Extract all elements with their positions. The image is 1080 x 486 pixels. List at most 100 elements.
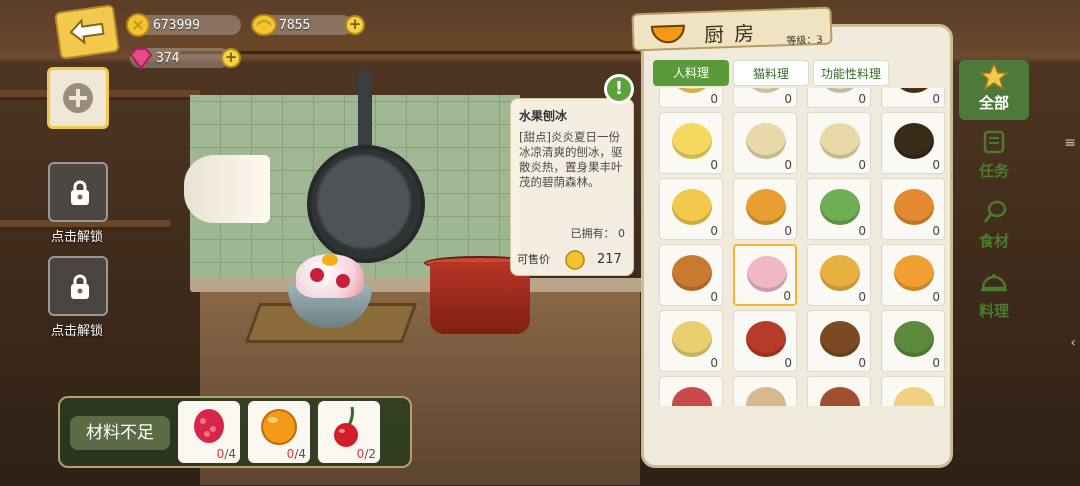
recipe-cell[interactable]: 0 <box>807 244 871 306</box>
recipe-count: 0 <box>858 158 866 172</box>
add-recipe-slot[interactable] <box>47 67 109 129</box>
side-ingredients[interactable]: 食材 <box>959 198 1029 258</box>
side-all[interactable]: 全部 <box>959 60 1029 120</box>
insufficient-label: 材料不足 <box>70 416 170 450</box>
frying-pan <box>307 145 425 263</box>
recipe-cell[interactable]: 0 <box>659 112 723 174</box>
add-gem-button[interactable]: + <box>221 48 241 68</box>
recipe-cell[interactable]: 0 <box>659 178 723 240</box>
ingredient-slot[interactable]: 0/4 <box>248 401 310 463</box>
recipe-cell[interactable]: 0 <box>659 88 723 108</box>
recipe-cell[interactable]: 0 <box>807 112 871 174</box>
recipe-cell[interactable]: 0 <box>807 376 871 406</box>
orange-slice-icon <box>650 24 685 44</box>
grilled-fish-icon <box>672 255 712 291</box>
scroll-icon <box>983 130 1005 154</box>
cherry-icon <box>334 406 358 447</box>
side-dishes[interactable]: 料理 <box>959 268 1029 328</box>
recipe-count: 0 <box>932 356 940 370</box>
recipe-cell[interactable]: 0 <box>881 112 945 174</box>
recipe-grid: 000000000000000000000000 <box>656 88 946 406</box>
locked-slot-2[interactable] <box>48 256 108 316</box>
recipe-cell[interactable]: 0 <box>659 376 723 406</box>
recipe-cell[interactable]: 0 <box>807 88 871 108</box>
whisk-icon <box>672 88 712 93</box>
recipe-cell[interactable]: 0 <box>807 310 871 372</box>
side-dishes-label: 料理 <box>978 302 1009 320</box>
gold-ingot-icon <box>251 14 277 36</box>
recipe-cell[interactable]: 0 <box>659 244 723 306</box>
sell-price: 可售价 217 <box>517 249 631 271</box>
dish-icon <box>746 387 786 406</box>
ingredients-bar: 材料不足 0/4 0/4 0/2 <box>58 396 412 468</box>
orange-icon <box>261 409 297 445</box>
star-icon <box>978 62 1010 91</box>
raspberry-icon <box>194 409 224 443</box>
tab-cat-food[interactable]: 猫料理 <box>733 60 809 86</box>
recipe-cell[interactable]: 0 <box>881 310 945 372</box>
recipe-count: 0 <box>858 356 866 370</box>
side-tasks[interactable]: 任务 <box>959 128 1029 188</box>
recipe-cell[interactable]: 0 <box>659 310 723 372</box>
ingredient-slot[interactable]: 0/2 <box>318 401 380 463</box>
alert-icon[interactable]: ! <box>604 74 634 104</box>
recipe-tooltip: 水果刨冰 [甜点]炎炎夏日一份冰凉清爽的刨冰，驱散炎热，置身果丰叶茂的碧荫森林。… <box>510 98 634 276</box>
recipe-count: 0 <box>783 289 791 303</box>
fries-plate-icon <box>820 255 860 291</box>
butter-icon <box>672 123 712 159</box>
recipe-count: 0 <box>710 290 718 304</box>
recipe-count: 0 <box>932 224 940 238</box>
recipe-cell[interactable]: 0 <box>733 178 797 240</box>
back-arrow-icon <box>69 18 105 45</box>
shaved-ice-icon <box>747 256 787 292</box>
recipe-count: 0 <box>858 92 866 106</box>
pan-handle <box>358 70 372 152</box>
plus-icon <box>63 83 93 113</box>
side-tasks-label: 任务 <box>978 162 1009 180</box>
gem-icon <box>129 48 153 70</box>
recipe-cell[interactable]: 0 <box>881 376 945 406</box>
recipe-cell[interactable]: 0 <box>733 376 797 406</box>
edge-menu-icon[interactable]: ≡ <box>1064 135 1076 151</box>
fries-icon <box>746 189 786 225</box>
recipe-cell[interactable]: 0 <box>733 310 797 372</box>
gem-value: 374 <box>156 50 180 66</box>
tab-human-food[interactable]: 人料理 <box>653 60 729 86</box>
recipe-count: 0 <box>784 224 792 238</box>
add-gold-button[interactable]: + <box>345 15 365 35</box>
tofu-icon <box>672 321 712 357</box>
recipe-cell[interactable]: 0 <box>733 244 797 306</box>
locked-slot-1[interactable] <box>48 162 108 222</box>
ingredient-slot[interactable]: 0/4 <box>178 401 240 463</box>
top-shelf <box>180 40 640 54</box>
coin-value: 673999 <box>153 17 200 33</box>
recipe-count: 0 <box>932 290 940 304</box>
recipe-count: 0 <box>710 356 718 370</box>
side-all-label: 全部 <box>978 94 1009 112</box>
recipe-cell[interactable]: 0 <box>881 244 945 306</box>
recipe-cell[interactable]: 0 <box>881 178 945 240</box>
recipe-cell[interactable]: 0 <box>881 88 945 108</box>
edge-collapse-icon[interactable]: ‹ <box>1070 335 1076 351</box>
unlock-label: 点击解锁 <box>50 230 103 245</box>
recipe-count: 0 <box>784 92 792 106</box>
shaved-ice-dish[interactable] <box>288 250 372 328</box>
plate-icon <box>894 88 934 93</box>
recipe-count: 0 <box>710 92 718 106</box>
recipe-count: 0 <box>784 356 792 370</box>
brownie-icon <box>820 321 860 357</box>
paper-towel-roll <box>184 155 270 223</box>
price-value: 217 <box>597 252 622 267</box>
ingredient-count: 0/2 <box>357 447 376 461</box>
recipe-description: [甜点]炎炎夏日一份冰凉清爽的刨冰，驱散炎热，置身果丰叶茂的碧荫森林。 <box>519 130 623 189</box>
recipe-cell[interactable]: 0 <box>733 88 797 108</box>
coin-icon <box>126 13 150 37</box>
recipe-cell[interactable]: 0 <box>807 178 871 240</box>
pasta-icon <box>894 189 934 225</box>
recipe-cell[interactable]: 0 <box>733 112 797 174</box>
tab-functional-food[interactable]: 功能性料理 <box>813 60 889 86</box>
plate-icon <box>820 88 860 93</box>
back-button[interactable] <box>53 4 121 60</box>
flour-icon <box>746 88 786 93</box>
panel-level: 等级：3 <box>786 34 824 48</box>
